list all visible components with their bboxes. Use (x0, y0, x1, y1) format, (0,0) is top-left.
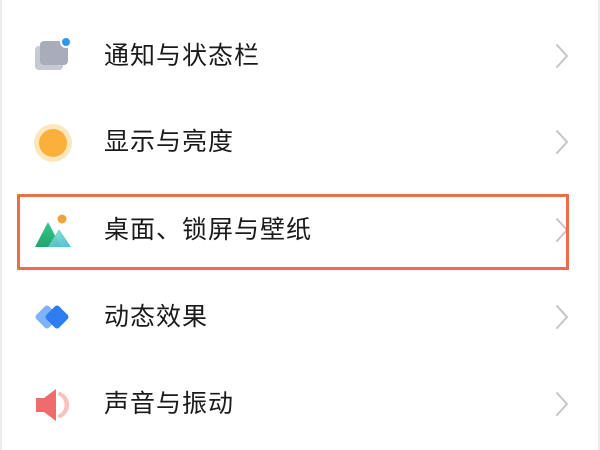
settings-item-label: 声音与振动 (104, 389, 235, 418)
notification-icon (32, 36, 74, 78)
chevron-right-icon (552, 303, 572, 331)
settings-item-notifications[interactable]: 通知与状态栏 (0, 12, 600, 100)
animation-icon (32, 297, 74, 339)
chevron-right-icon (552, 216, 572, 244)
settings-item-label: 通知与状态栏 (104, 41, 261, 70)
settings-page: 通知与状态栏 显示与亮度 桌面、锁屏与壁纸 动态效果 声音与振动 (0, 0, 600, 450)
chevron-right-icon (552, 42, 572, 70)
chevron-right-icon (552, 390, 572, 418)
chevron-right-icon (552, 128, 572, 156)
settings-item-sound-vibration[interactable]: 声音与振动 (0, 360, 600, 448)
brightness-icon (32, 122, 74, 164)
sound-icon (32, 384, 74, 426)
settings-item-label: 显示与亮度 (104, 127, 235, 156)
settings-item-label: 动态效果 (104, 302, 209, 331)
wallpaper-icon (32, 210, 74, 252)
settings-item-display-brightness[interactable]: 显示与亮度 (0, 98, 600, 186)
settings-item-animation-effects[interactable]: 动态效果 (0, 273, 600, 361)
settings-item-label: 桌面、锁屏与壁纸 (104, 215, 313, 244)
settings-item-wallpaper[interactable]: 桌面、锁屏与壁纸 (0, 186, 600, 274)
